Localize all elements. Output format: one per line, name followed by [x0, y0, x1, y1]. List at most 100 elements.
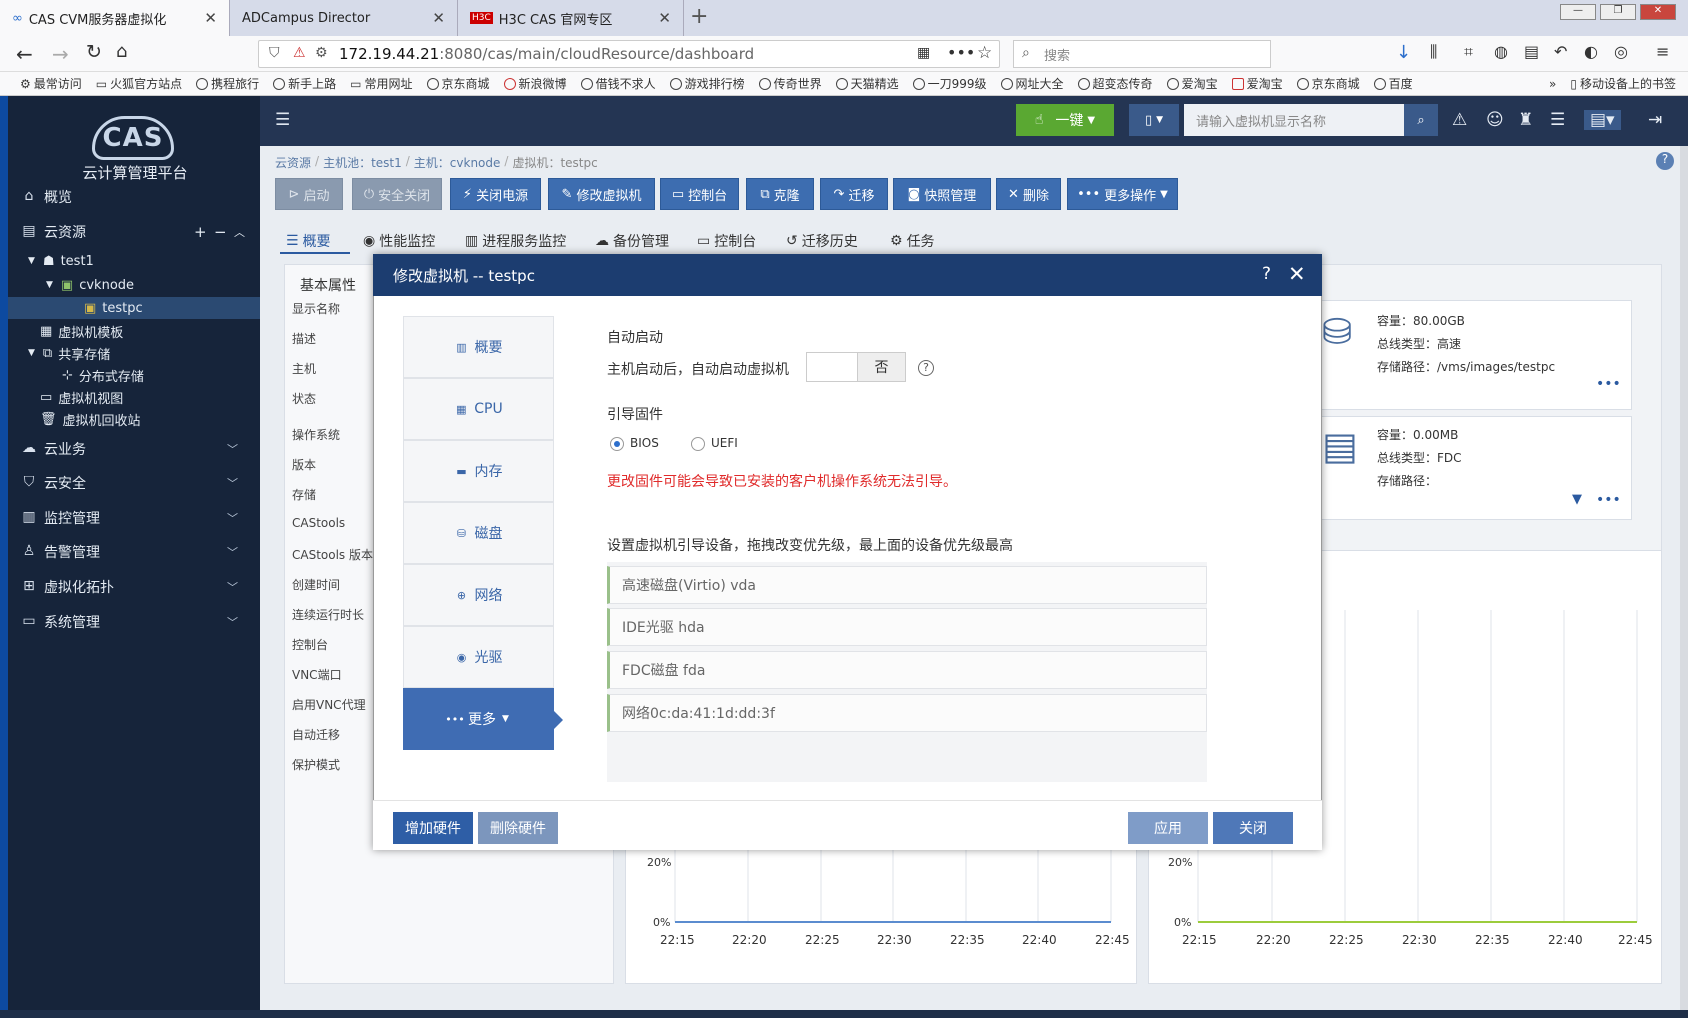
- help-icon[interactable]: ?: [1656, 152, 1674, 170]
- more-actions-button[interactable]: ••• 更多操作 ▼: [1067, 178, 1178, 210]
- snapshot-button[interactable]: ◙ 快照管理: [893, 178, 991, 210]
- tab-console[interactable]: ▭ 控制台: [697, 231, 756, 251]
- warning-icon[interactable]: ⚠: [1452, 110, 1467, 130]
- vm-search-input[interactable]: 请输入虚拟机显示名称: [1184, 104, 1404, 136]
- list-icon[interactable]: ☰: [1550, 110, 1565, 130]
- boot-device-item[interactable]: FDC磁盘 fda: [607, 651, 1207, 689]
- logout-icon[interactable]: ⇥: [1648, 110, 1662, 130]
- tree-vm-view[interactable]: ▭ 虚拟机视图: [40, 386, 123, 408]
- tree-host[interactable]: ▼ ▣ cvknode: [46, 274, 246, 296]
- screenshot-icon[interactable]: ⌗: [1464, 42, 1473, 62]
- bookmark-item[interactable]: 一刀999级: [912, 75, 987, 92]
- address-bar[interactable]: ⛉ ⚠ ⚙ 172.19.44.21:8080/cas/main/cloudRe…: [258, 40, 1000, 68]
- console-button[interactable]: ▭ 控制台: [660, 178, 739, 210]
- bookmark-item[interactable]: 京东商城: [426, 75, 490, 92]
- shield-icon[interactable]: ⛉: [269, 45, 280, 61]
- bookmark-item[interactable]: 百度: [1373, 75, 1413, 92]
- clone-button[interactable]: ⧉ 克隆: [746, 178, 814, 210]
- vm-search-button[interactable]: ⌕: [1404, 104, 1438, 136]
- bookmark-star-icon[interactable]: ☆: [977, 43, 992, 63]
- nav-system[interactable]: ▭ 系统管理 ﹀: [8, 607, 260, 637]
- bookmark-item[interactable]: ▭ 火狐官方站点: [96, 75, 182, 92]
- page-actions-icon[interactable]: •••: [947, 43, 975, 62]
- bookmark-item[interactable]: 爱淘宝: [1231, 75, 1283, 92]
- forward-icon[interactable]: →: [52, 42, 69, 66]
- delete-hardware-button[interactable]: 删除硬件: [478, 812, 558, 844]
- boot-device-item[interactable]: 高速磁盘(Virtio) vda: [607, 566, 1207, 604]
- uefi-radio[interactable]: [691, 437, 705, 451]
- undo-icon[interactable]: ↶: [1554, 42, 1567, 61]
- layout-icon[interactable]: ▤▾: [1584, 110, 1621, 130]
- nav-overview[interactable]: ⌂ 概览: [8, 182, 260, 212]
- add-hardware-button[interactable]: 增加硬件: [393, 812, 473, 844]
- bookmark-item[interactable]: 携程旅行: [196, 75, 259, 92]
- bookmark-item[interactable]: ▭ 常用网址: [350, 75, 412, 92]
- remove-icon[interactable]: −: [214, 223, 227, 241]
- apply-button[interactable]: 应用: [1128, 812, 1208, 844]
- boot-device-item[interactable]: IDE光驱 hda: [607, 608, 1207, 646]
- close-tab-icon[interactable]: ✕: [432, 9, 445, 27]
- nav-cloud-security[interactable]: ⛉ 云安全 ﹀: [8, 468, 260, 498]
- extension-icon[interactable]: ◐: [1584, 42, 1598, 61]
- chevron-down-icon[interactable]: ﹀: [227, 579, 238, 595]
- minimize-icon[interactable]: —: [1560, 4, 1596, 20]
- breadcrumb-item[interactable]: 云资源: [275, 154, 311, 171]
- chevron-down-icon[interactable]: ﹀: [227, 544, 238, 560]
- download-icon[interactable]: ↓: [1396, 42, 1411, 63]
- chevron-down-icon[interactable]: ﹀: [227, 614, 238, 630]
- bookmark-item[interactable]: 传奇世界: [758, 75, 822, 92]
- close-icon[interactable]: ✕: [1288, 262, 1306, 286]
- boot-device-item[interactable]: 网络0c:da:41:1d:dd:3f: [607, 694, 1207, 732]
- page-scrollbar[interactable]: [1680, 146, 1688, 1018]
- onekey-button[interactable]: ☝ 一键 ▼: [1016, 104, 1114, 136]
- bookmark-item[interactable]: 新浪微博: [503, 75, 567, 92]
- bookmark-item[interactable]: 新手上路: [273, 75, 336, 92]
- bookmark-item[interactable]: 游戏排行榜: [669, 75, 745, 92]
- close-window-icon[interactable]: ✕: [1640, 4, 1676, 20]
- auto-start-toggle[interactable]: 否: [806, 352, 906, 382]
- chevron-down-icon[interactable]: ﹀: [227, 510, 238, 526]
- tree-host-pool[interactable]: ▼ ☗ test1: [28, 250, 228, 272]
- nav-cloud-business[interactable]: ☁ 云业务 ﹀: [8, 434, 260, 464]
- add-icon[interactable]: +: [194, 223, 207, 241]
- caret-down-icon[interactable]: ▼: [46, 280, 53, 290]
- dialog-nav-cpu[interactable]: ▦ CPU: [403, 378, 554, 440]
- tab-migrate-history[interactable]: ↺ 迁移历史: [786, 231, 858, 251]
- migrate-button[interactable]: ↷ 迁移: [820, 178, 888, 210]
- browser-tab-h3c[interactable]: H3C H3C CAS 官网专区 ✕: [458, 0, 684, 36]
- bookmark-item[interactable]: 网址大全: [1000, 75, 1064, 92]
- chevron-down-icon[interactable]: ﹀: [227, 441, 238, 457]
- dialog-nav-memory[interactable]: ▬ 内存: [403, 440, 554, 502]
- close-tab-icon[interactable]: ✕: [204, 9, 217, 27]
- safe-shutdown-button[interactable]: ⏻ 安全关闭: [352, 178, 442, 210]
- breadcrumb-item[interactable]: 主机：cvknode: [414, 154, 501, 171]
- bios-radio[interactable]: [610, 437, 624, 451]
- new-tab-icon[interactable]: +: [690, 4, 708, 29]
- tree-vm-testpc[interactable]: ▣ testpc: [8, 297, 260, 319]
- hamburger-icon[interactable]: ☰: [275, 110, 290, 130]
- insecure-lock-icon[interactable]: ⚠: [293, 45, 306, 61]
- tree-dist-storage[interactable]: ⊹ 分布式存储: [62, 364, 144, 386]
- permissions-icon[interactable]: ⚙: [315, 45, 328, 61]
- nav-monitor[interactable]: ▥ 监控管理 ﹀: [8, 503, 260, 533]
- bookmark-item[interactable]: 天猫精选: [835, 75, 899, 92]
- dialog-nav-cdrom[interactable]: ◉ 光驱: [403, 626, 554, 688]
- mobile-bookmarks[interactable]: ▯ 移动设备上的书签: [1570, 75, 1688, 92]
- browser-search-input[interactable]: ⌕ 搜索: [1013, 40, 1271, 68]
- nav-topology[interactable]: ⊞ 虚拟化拓扑 ﹀: [8, 572, 260, 602]
- user-icon[interactable]: ☺: [1486, 110, 1504, 130]
- reload-icon[interactable]: ↻: [86, 41, 102, 63]
- tree-vm-template[interactable]: ▦ 虚拟机模板: [40, 320, 123, 342]
- library-icon[interactable]: ⫼: [1430, 42, 1437, 62]
- browser-tab-adcampus[interactable]: ADCampus Director ✕: [230, 0, 458, 36]
- close-tab-icon[interactable]: ✕: [658, 9, 671, 27]
- more-icon[interactable]: •••: [1596, 492, 1621, 508]
- power-off-button[interactable]: ⚡ 关闭电源: [450, 178, 541, 210]
- chevron-up-icon[interactable]: ︿: [234, 224, 245, 240]
- caret-down-icon[interactable]: ▼: [28, 256, 35, 266]
- bookmark-item[interactable]: ⚙ 最常访问: [20, 75, 82, 92]
- nav-alarm[interactable]: ♙ 告警管理 ﹀: [8, 537, 260, 567]
- tab-overview[interactable]: ☰ 概要: [286, 231, 331, 251]
- bookmark-item[interactable]: 京东商城: [1296, 75, 1360, 92]
- bookmark-item[interactable]: 超变态传奇: [1077, 75, 1153, 92]
